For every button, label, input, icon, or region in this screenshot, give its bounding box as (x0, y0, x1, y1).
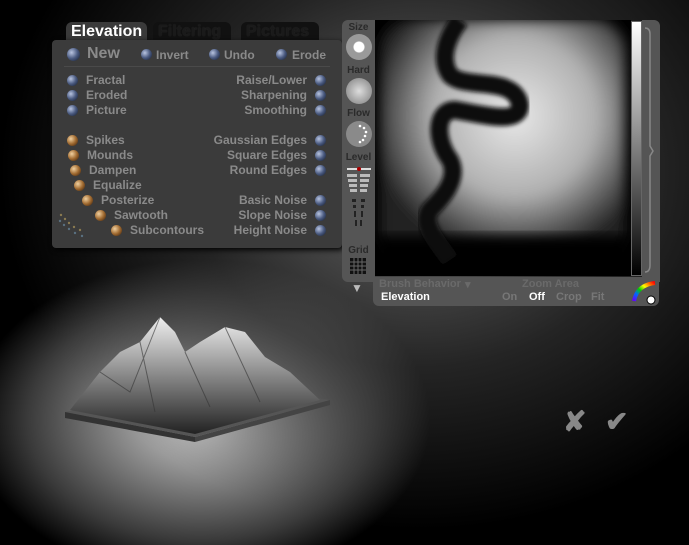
round-edges-icon[interactable] (315, 165, 326, 176)
cancel-x-icon[interactable]: ✘ (563, 405, 586, 438)
undo-button-icon[interactable] (209, 49, 220, 60)
level-slider[interactable] (346, 165, 372, 255)
undo-button[interactable]: Undo (224, 48, 255, 62)
color-picker-icon[interactable] (631, 281, 657, 305)
spikes-icon[interactable] (67, 135, 78, 146)
heightmap-canvas[interactable] (375, 20, 631, 276)
elevation-panel: New Invert Undo Erode Fractal Eroded Pic… (52, 40, 342, 248)
mounds-button[interactable]: Mounds (87, 148, 133, 162)
basic-noise-icon[interactable] (315, 195, 326, 206)
mounds-icon[interactable] (68, 150, 79, 161)
sawtooth-icon[interactable] (95, 210, 106, 221)
filter-dots-icon (58, 213, 84, 238)
raise-lower-icon[interactable] (315, 75, 326, 86)
eroded-button[interactable]: Eroded (86, 88, 127, 102)
sharpening-icon[interactable] (315, 90, 326, 101)
new-button[interactable]: New (87, 45, 120, 63)
dampen-icon[interactable] (70, 165, 81, 176)
erode-button-icon[interactable] (276, 49, 287, 60)
hardness-knob[interactable] (346, 78, 372, 104)
tab-filtering[interactable]: Filtering (153, 22, 231, 42)
brush-behavior-dropdown-icon[interactable]: ▾ (465, 278, 471, 291)
brush-toolbar: Size Hard Flow Level Grid (342, 20, 375, 282)
flow-label: Flow (347, 108, 370, 119)
sharpening-button[interactable]: Sharpening (241, 88, 307, 102)
slope-noise-button[interactable]: Slope Noise (238, 208, 307, 222)
zoom-crop-button[interactable]: Crop (556, 291, 582, 303)
divider (64, 66, 330, 67)
round-edges-button[interactable]: Round Edges (230, 163, 307, 177)
sawtooth-button[interactable]: Sawtooth (114, 208, 168, 222)
tab-elevation[interactable]: Elevation (66, 22, 148, 42)
invert-button[interactable]: Invert (156, 48, 189, 62)
subcontours-button[interactable]: Subcontours (130, 223, 204, 237)
picture-icon[interactable] (67, 105, 78, 116)
erode-button[interactable]: Erode (292, 48, 326, 62)
brush-behavior-value[interactable]: Elevation (381, 291, 430, 303)
fractal-icon[interactable] (67, 75, 78, 86)
smoothing-icon[interactable] (315, 105, 326, 116)
heightmap-image (375, 20, 631, 276)
smoothing-button[interactable]: Smoothing (244, 103, 307, 117)
size-knob[interactable] (346, 34, 372, 60)
size-label: Size (348, 22, 369, 33)
equalize-button[interactable]: Equalize (93, 178, 142, 192)
slope-noise-icon[interactable] (315, 210, 326, 221)
square-edges-icon[interactable] (315, 150, 326, 161)
gaussian-edges-icon[interactable] (315, 135, 326, 146)
height-noise-button[interactable]: Height Noise (234, 223, 307, 237)
posterize-button[interactable]: Posterize (101, 193, 154, 207)
equalize-icon[interactable] (74, 180, 85, 191)
fractal-button[interactable]: Fractal (86, 73, 125, 87)
zoom-area-label: Zoom Area (522, 278, 580, 290)
raise-lower-button[interactable]: Raise/Lower (236, 73, 307, 87)
basic-noise-button[interactable]: Basic Noise (239, 193, 307, 207)
picture-button[interactable]: Picture (86, 103, 127, 117)
level-label: Level (345, 152, 372, 163)
tab-pictures[interactable]: Pictures (241, 22, 319, 42)
spikes-button[interactable]: Spikes (86, 133, 125, 147)
square-edges-button[interactable]: Square Edges (227, 148, 307, 162)
height-noise-icon[interactable] (315, 225, 326, 236)
dampen-button[interactable]: Dampen (89, 163, 136, 177)
hard-label: Hard (347, 65, 370, 76)
grid-label: Grid (348, 245, 369, 256)
confirm-check-icon[interactable]: ✔ (605, 405, 628, 438)
zoom-fit-button[interactable]: Fit (591, 291, 604, 303)
panel-collapse-arrow-icon[interactable]: ▼ (351, 281, 363, 295)
subcontours-icon[interactable] (111, 225, 122, 236)
posterize-icon[interactable] (82, 195, 93, 206)
terrain-3d-preview[interactable] (60, 312, 340, 447)
elevation-gradient-bar[interactable] (631, 21, 642, 276)
brush-behavior-label[interactable]: Brush Behavior (379, 278, 461, 290)
flow-knob[interactable] (346, 121, 372, 147)
height-range-bracket[interactable] (642, 20, 660, 282)
new-button-icon[interactable] (67, 48, 80, 61)
invert-button-icon[interactable] (141, 49, 152, 60)
grid-icon[interactable] (350, 258, 366, 274)
canvas-frame (642, 20, 660, 282)
zoom-off-button[interactable]: Off (529, 291, 545, 303)
eroded-icon[interactable] (67, 90, 78, 101)
flow-dots-icon (358, 124, 368, 144)
gaussian-edges-button[interactable]: Gaussian Edges (214, 133, 307, 147)
bottom-bar: Brush Behavior ▾ Elevation Zoom Area On … (373, 277, 659, 306)
zoom-on-button[interactable]: On (502, 291, 517, 303)
